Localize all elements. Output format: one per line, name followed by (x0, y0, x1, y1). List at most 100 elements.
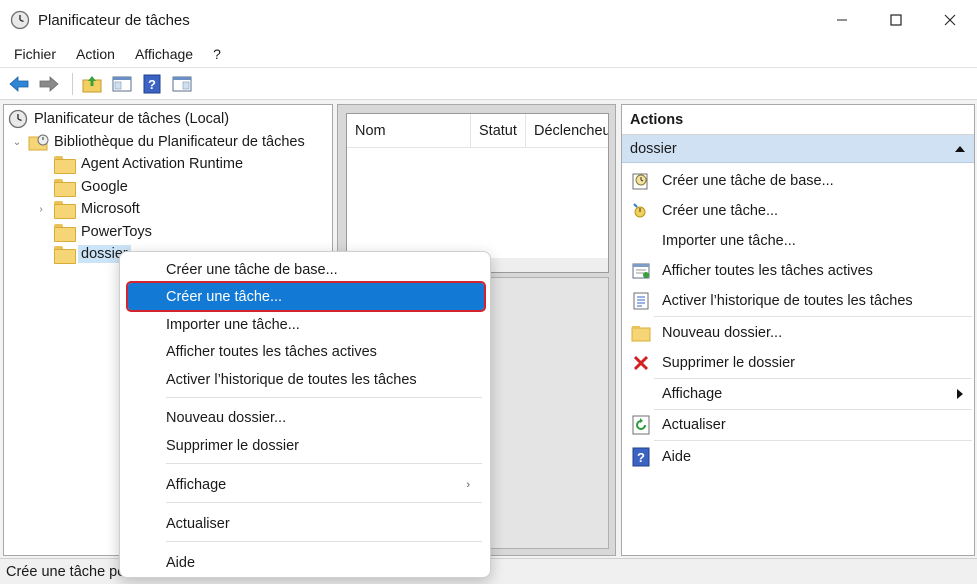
action-view[interactable]: Affichage (622, 380, 974, 408)
tree-item-label: Microsoft (81, 201, 140, 217)
context-import-task[interactable]: Importer une tâche... (128, 311, 484, 338)
back-arrow-icon (9, 75, 29, 92)
up-folder-icon (82, 75, 102, 92)
action-label: Nouveau dossier... (662, 325, 783, 341)
blank-icon (630, 230, 652, 252)
column-header-nom[interactable]: Nom (347, 113, 471, 148)
forward-button[interactable] (36, 71, 62, 97)
toolbar-separator (72, 72, 73, 95)
title-bar: Planificateur de tâches (0, 0, 977, 40)
close-button[interactable] (923, 0, 977, 40)
actions-separator (654, 378, 972, 379)
back-button[interactable] (6, 71, 32, 97)
task-list[interactable]: Nom Statut Déclencheu (346, 113, 609, 273)
context-create-task[interactable]: Créer une tâche... (126, 281, 486, 312)
show-hide-tree-button[interactable] (109, 71, 135, 97)
action-label: Afficher toutes les tâches actives (662, 263, 873, 279)
folder-icon (54, 156, 76, 174)
forward-arrow-icon (39, 75, 59, 92)
actions-pane: Actions dossier Créer une tâche de base.… (621, 104, 975, 556)
folder-icon (54, 179, 76, 197)
context-show-active-tasks[interactable]: Afficher toutes les tâches actives (128, 338, 484, 365)
context-new-folder[interactable]: Nouveau dossier... (128, 404, 484, 431)
blank-icon (630, 383, 652, 405)
action-label: Affichage (662, 386, 723, 402)
menu-bar: Fichier Action Affichage ? (0, 40, 977, 68)
action-create-basic-task[interactable]: Créer une tâche de base... (622, 167, 974, 195)
action-import-task[interactable]: Importer une tâche... (622, 227, 974, 255)
tree-item-label: Google (81, 179, 128, 195)
context-separator (166, 541, 482, 542)
tree-item-google[interactable]: Google (54, 176, 128, 198)
context-view-label: Affichage (166, 476, 227, 493)
actions-section-dossier[interactable]: dossier (622, 135, 974, 163)
chevron-right-icon (957, 389, 963, 399)
column-header-declencheur[interactable]: Déclencheu (526, 114, 608, 148)
tree-item-label: Bibliothèque du Planificateur de tâches (54, 134, 305, 150)
show-hide-actions-icon (172, 76, 192, 91)
folder-icon (54, 201, 76, 219)
minimize-button[interactable] (815, 0, 869, 40)
action-label: Activer l’historique de toutes les tâche… (662, 293, 913, 309)
collapse-up-icon[interactable] (954, 145, 966, 153)
context-create-basic-task[interactable]: Créer une tâche de base... (128, 256, 484, 283)
help-icon: ? (143, 74, 161, 93)
refresh-icon (630, 414, 652, 436)
active-tasks-icon (630, 260, 652, 282)
delete-x-icon (630, 352, 652, 374)
action-label: Importer une tâche... (662, 233, 796, 249)
menu-help[interactable]: ? (203, 46, 231, 62)
tree-item-label: Agent Activation Runtime (81, 156, 244, 172)
minimize-icon (837, 19, 847, 21)
column-headers: Nom Statut Déclencheu (347, 113, 608, 148)
action-create-task[interactable]: Créer une tâche... (622, 197, 974, 225)
context-separator (166, 397, 482, 398)
column-header-statut[interactable]: Statut (471, 113, 526, 148)
context-menu: Créer une tâche de base... Créer une tâc… (119, 251, 491, 578)
context-delete-folder[interactable]: Supprimer le dossier (128, 432, 484, 459)
action-new-folder[interactable]: Nouveau dossier... (622, 319, 974, 347)
tree-item-agent-activation-runtime[interactable]: Agent Activation Runtime (54, 153, 243, 175)
close-icon (944, 14, 956, 26)
action-refresh[interactable]: Actualiser (622, 411, 974, 439)
maximize-button[interactable] (869, 0, 923, 40)
tree-item-powertoys[interactable]: PowerToys (54, 221, 152, 243)
clock-icon (10, 10, 30, 30)
context-help[interactable]: Aide (128, 549, 484, 576)
chevron-right-icon: › (466, 478, 470, 491)
window-controls (815, 0, 977, 40)
actions-separator (654, 409, 972, 410)
clock-icon (8, 109, 28, 129)
action-enable-history[interactable]: Activer l’historique de toutes les tâche… (622, 287, 974, 315)
action-help[interactable]: ? Aide (622, 443, 974, 471)
help-button[interactable]: ? (139, 71, 165, 97)
context-refresh[interactable]: Actualiser (128, 510, 484, 537)
svg-text:?: ? (148, 77, 156, 92)
context-separator (166, 463, 482, 464)
action-label: Aide (662, 449, 692, 465)
maximize-icon (890, 14, 902, 26)
help-icon: ? (630, 446, 652, 468)
menu-action[interactable]: Action (66, 46, 125, 62)
chevron-down-icon[interactable]: ⌄ (10, 135, 24, 149)
chevron-right-icon[interactable]: › (34, 202, 48, 216)
tree-item-root[interactable]: Planificateur de tâches (Local) (8, 108, 229, 130)
actions-header: Actions (622, 105, 974, 135)
action-delete-folder[interactable]: Supprimer le dossier (622, 349, 974, 377)
menu-fichier[interactable]: Fichier (4, 46, 66, 62)
context-enable-history[interactable]: Activer l’historique de toutes les tâche… (128, 366, 484, 393)
tree-item-library[interactable]: ⌄ Bibliothèque du Planificateur de tâche… (10, 131, 305, 153)
actions-section-label: dossier (630, 140, 677, 157)
tree-item-label: PowerToys (81, 224, 152, 240)
context-view[interactable]: Affichage › (128, 471, 484, 498)
action-show-active-tasks[interactable]: Afficher toutes les tâches actives (622, 257, 974, 285)
action-label: Créer une tâche de base... (662, 173, 834, 189)
menu-affichage[interactable]: Affichage (125, 46, 203, 62)
actions-separator (654, 440, 972, 441)
up-folder-button[interactable] (79, 71, 105, 97)
show-hide-actions-button[interactable] (169, 71, 195, 97)
folder-icon (630, 322, 652, 344)
tree-item-microsoft[interactable]: › Microsoft (34, 198, 140, 220)
library-folder-icon (28, 134, 49, 151)
tree-item-label: Planificateur de tâches (Local) (34, 111, 230, 127)
